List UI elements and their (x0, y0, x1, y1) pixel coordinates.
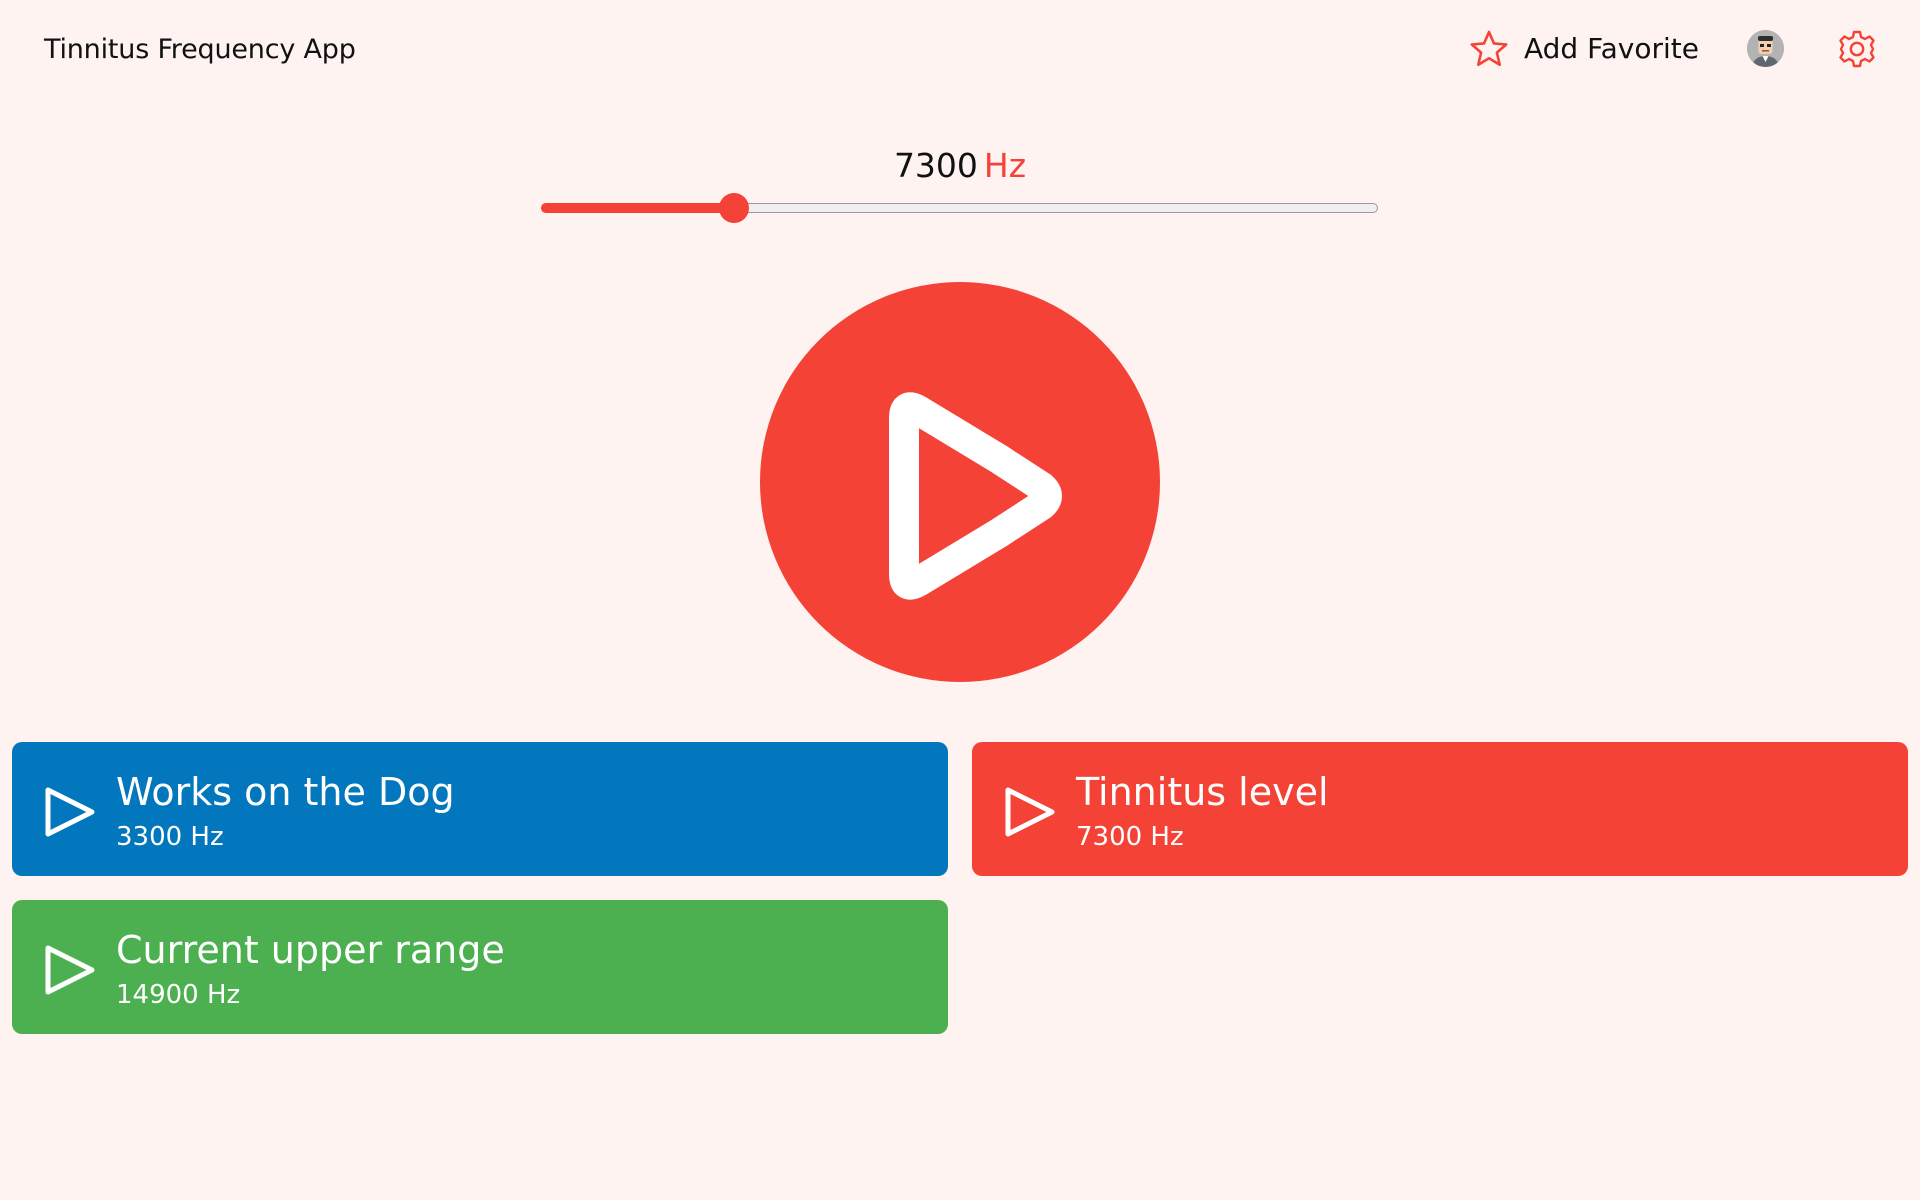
slider-thumb[interactable] (718, 193, 749, 223)
app-title: Tinnitus Frequency App (44, 34, 356, 65)
play-icon (889, 392, 1062, 600)
preset-card-tinnitus-level[interactable]: Tinnitus level 7300 Hz (972, 742, 1908, 876)
preset-card-works-on-the-dog[interactable]: Works on the Dog 3300 Hz (12, 742, 948, 876)
slider-fill (541, 203, 734, 213)
preset-card-current-upper-range[interactable]: Current upper range 14900 Hz (12, 900, 948, 1034)
preset-name: Tinnitus level (1076, 770, 1329, 814)
main-play-button[interactable] (760, 282, 1160, 682)
frequency-slider[interactable] (541, 193, 1378, 223)
gear-icon[interactable] (1836, 28, 1878, 70)
preset-frequency: 3300 Hz (116, 822, 224, 852)
play-outline-icon (45, 945, 95, 995)
play-outline-icon (45, 787, 95, 837)
star-outline-icon (1470, 30, 1508, 66)
preset-name: Works on the Dog (116, 770, 455, 814)
frequency-unit: Hz (983, 146, 1027, 185)
play-outline-icon (1005, 787, 1055, 837)
add-favorite-button[interactable]: Add Favorite (1468, 26, 1699, 72)
frequency-display: 7300 Hz (0, 144, 1920, 188)
add-favorite-label: Add Favorite (1524, 32, 1699, 65)
app-window: Tinnitus Frequency App Add Favorite 7300… (0, 0, 1920, 1200)
preset-frequency: 14900 Hz (116, 980, 241, 1010)
avatar-icon (1747, 30, 1784, 67)
user-avatar[interactable] (1747, 30, 1784, 67)
preset-name: Current upper range (116, 928, 505, 972)
preset-frequency: 7300 Hz (1076, 822, 1184, 852)
frequency-value: 7300 (893, 146, 978, 185)
